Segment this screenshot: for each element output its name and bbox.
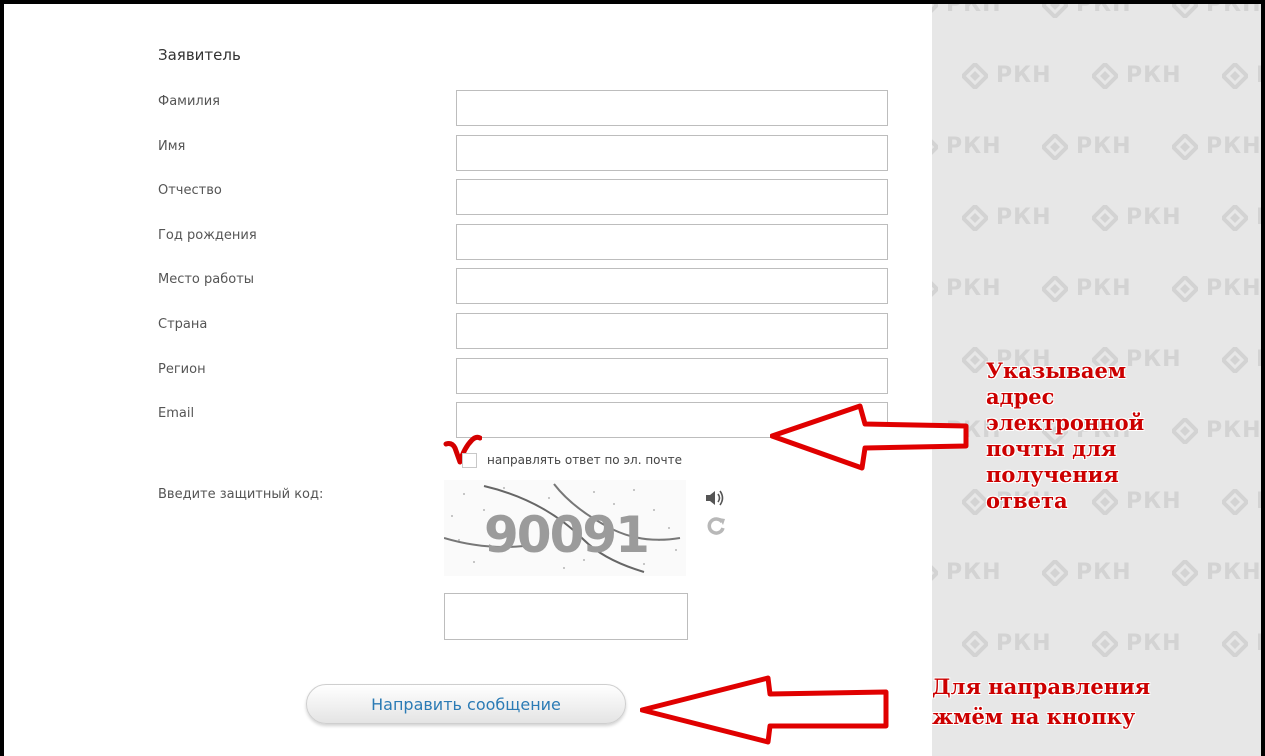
field-input[interactable] — [456, 313, 888, 349]
rkn-watermark-text: РКН — [996, 63, 1052, 88]
rkn-watermark-text: РКН — [1126, 205, 1182, 230]
rkn-watermark: РКН — [1172, 134, 1261, 160]
email-reply-checkbox[interactable] — [462, 452, 477, 468]
rkn-watermark-text: РКН — [946, 560, 1002, 585]
rkn-watermark: РКН — [1222, 489, 1261, 515]
rkn-watermark: РКН — [1172, 276, 1261, 302]
field-label: Страна — [158, 317, 208, 332]
rkn-watermark-text: РКН — [1256, 489, 1261, 514]
captcha-input[interactable] — [444, 593, 688, 640]
annotation-line: почты для — [986, 436, 1117, 461]
rkn-watermark-text: РКН — [1076, 134, 1132, 159]
refresh-icon[interactable] — [705, 515, 727, 537]
email-reply-option[interactable]: направлять ответ по эл. почте — [462, 448, 682, 472]
captcha-text: 90091 — [484, 506, 648, 564]
rkn-watermark-text: РКН — [946, 276, 1002, 301]
rkn-watermark: РКН — [1042, 276, 1132, 302]
field-label: Фамилия — [158, 94, 220, 109]
field-input[interactable] — [456, 268, 888, 304]
rkn-watermark: РКН — [1222, 63, 1261, 89]
rkn-watermark-text: РКН — [1256, 631, 1261, 656]
rkn-watermark-text: РКН — [996, 205, 1052, 230]
section-title: Заявитель — [158, 46, 241, 64]
rkn-watermark-text: РКН — [1206, 134, 1261, 159]
rkn-watermark: РКН — [962, 63, 1052, 89]
rkn-watermark-text: РКН — [1076, 276, 1132, 301]
field-input[interactable] — [456, 135, 888, 171]
field-label: Регион — [158, 362, 206, 377]
annotation-line: получения — [986, 462, 1119, 487]
rkn-watermark-text: РКН — [946, 134, 1002, 159]
rkn-watermark: РКН — [932, 134, 1002, 160]
rkn-watermark-text: РКН — [1126, 631, 1182, 656]
rkn-watermark-text: РКН — [1256, 63, 1261, 88]
rkn-watermark-text: РКН — [1206, 276, 1261, 301]
rkn-watermark: РКН — [932, 276, 1002, 302]
annotation-line: электронной — [986, 410, 1145, 435]
rkn-watermark: РКН — [1172, 4, 1261, 18]
rkn-watermark: РКН — [1042, 134, 1132, 160]
email-annotation: Указываем адрес электронной почты для получе… — [986, 358, 1144, 514]
rkn-watermark-text: РКН — [1206, 418, 1261, 443]
annotation-line: жмём на кнопку — [932, 704, 1136, 729]
rkn-watermark: РКН — [932, 560, 1002, 586]
rkn-watermark: РКН — [932, 4, 1002, 18]
rkn-watermark-text: РКН — [996, 631, 1052, 656]
submit-button[interactable]: Направить сообщение — [306, 684, 626, 724]
field-input[interactable] — [456, 179, 888, 215]
rkn-watermark-text: РКН — [1206, 560, 1261, 585]
rkn-watermark-text: РКН — [1076, 4, 1132, 17]
rkn-watermark: РКН — [962, 631, 1052, 657]
rkn-watermark-text: РКН — [946, 4, 1002, 17]
rkn-watermark: РКН — [1092, 205, 1182, 231]
field-input[interactable] — [456, 224, 888, 260]
rkn-watermark-text: РКН — [1256, 205, 1261, 230]
rkn-watermark: РКН — [1042, 560, 1132, 586]
field-label: Год рождения — [158, 228, 257, 243]
annotation-line: ответа — [986, 488, 1068, 513]
email-arrow-icon — [770, 403, 969, 471]
field-label: Имя — [158, 139, 186, 154]
rkn-watermark: РКН — [1092, 631, 1182, 657]
rkn-watermark: РКН — [962, 205, 1052, 231]
rkn-watermark: РКН — [1042, 4, 1132, 18]
captcha-image: 90091 — [444, 480, 686, 576]
annotation-line: Для направления — [932, 674, 1151, 699]
field-input[interactable] — [456, 90, 888, 126]
rkn-watermark-text: РКН — [1206, 4, 1261, 17]
field-label: Отчество — [158, 183, 222, 198]
rkn-watermark-text: РКН — [1126, 63, 1182, 88]
rkn-watermark: РКН — [1222, 347, 1261, 373]
submit-annotation: Для направления жмём на кнопку — [932, 672, 1150, 732]
rkn-watermark: РКН — [1172, 560, 1261, 586]
captcha-label: Введите защитный код: — [158, 487, 324, 502]
email-reply-label: направлять ответ по эл. почте — [487, 453, 682, 467]
field-label: Email — [158, 406, 195, 421]
rkn-watermark-text: РКН — [1076, 560, 1132, 585]
rkn-watermark: РКН — [1092, 63, 1182, 89]
field-input[interactable] — [456, 358, 888, 394]
annotation-line: Указываем — [986, 358, 1127, 383]
rkn-watermark: РКН — [1172, 418, 1261, 444]
rkn-watermark-text: РКН — [1256, 347, 1261, 372]
rkn-watermark: РКН — [1222, 631, 1261, 657]
rkn-watermark: РКН — [1222, 205, 1261, 231]
field-label: Место работы — [158, 272, 255, 287]
annotation-line: адрес — [986, 384, 1055, 409]
submit-arrow-icon — [640, 675, 889, 745]
speaker-icon[interactable] — [703, 486, 727, 510]
